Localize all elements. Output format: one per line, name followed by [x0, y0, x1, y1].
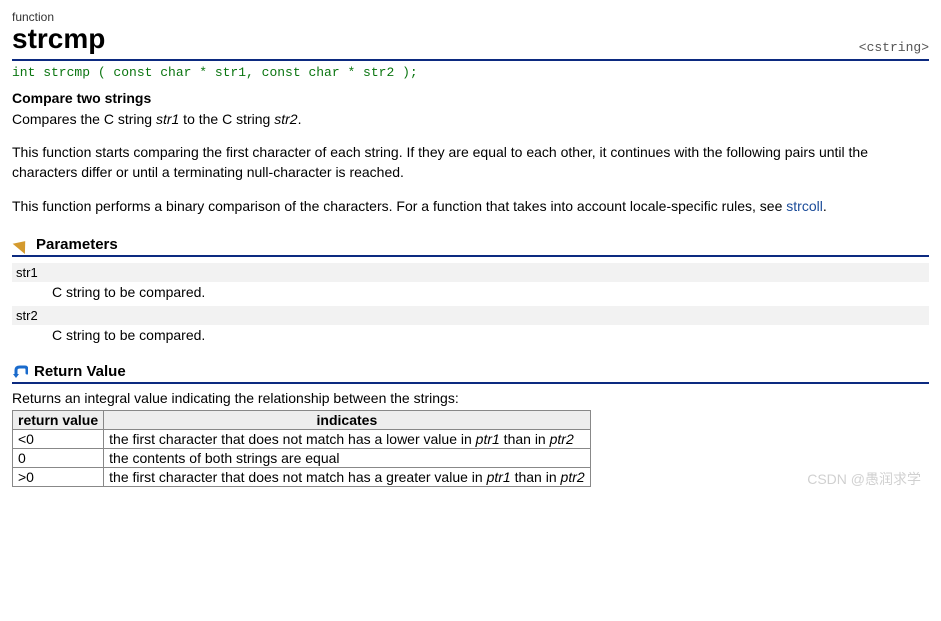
- param-desc: C string to be compared.: [52, 327, 929, 343]
- section-parameters-title: Parameters: [36, 236, 118, 253]
- param-ref-str1: str1: [156, 111, 179, 127]
- table-row: <0 the first character that does not mat…: [13, 430, 591, 449]
- section-return-title: Return Value: [34, 363, 126, 380]
- section-parameters-heading: Parameters: [12, 236, 929, 257]
- watermark: CSDN @愚润求学: [807, 469, 921, 489]
- function-signature: int strcmp ( const char * str1, const ch…: [12, 63, 929, 86]
- subtitle: Compare two strings: [12, 90, 929, 106]
- table-header-row: return value indicates: [13, 411, 591, 430]
- return-indicates-cell: the first character that does not match …: [104, 430, 591, 449]
- params-list: str1 C string to be compared. str2 C str…: [12, 263, 929, 343]
- desc-paragraph-3: This function performs a binary comparis…: [12, 197, 929, 217]
- return-table: return value indicates <0 the first char…: [12, 410, 591, 487]
- header-divider: [12, 59, 929, 61]
- return-intro: Returns an integral value indicating the…: [12, 390, 929, 406]
- table-header-col1: return value: [13, 411, 104, 430]
- table-header-col2: indicates: [104, 411, 591, 430]
- return-indicates-cell: the contents of both strings are equal: [104, 449, 591, 468]
- description: Compares the C string str1 to the C stri…: [12, 110, 929, 216]
- param-ref-str2: str2: [274, 111, 297, 127]
- return-indicates-cell: the first character that does not match …: [104, 468, 591, 487]
- function-name: strcmp: [12, 24, 105, 55]
- ruler-triangle-icon: [13, 236, 32, 254]
- desc-paragraph-2: This function starts comparing the first…: [12, 143, 929, 182]
- return-value-cell: <0: [13, 430, 104, 449]
- return-value-cell: >0: [13, 468, 104, 487]
- return-arrow-icon: [12, 365, 28, 379]
- return-value-cell: 0: [13, 449, 104, 468]
- param-desc: C string to be compared.: [52, 284, 929, 300]
- header-row: function strcmp <cstring>: [12, 10, 929, 55]
- param-name: str1: [12, 263, 929, 282]
- header-include-tag: <cstring>: [859, 40, 929, 55]
- header-left: function strcmp: [12, 10, 105, 55]
- table-row: 0 the contents of both strings are equal: [13, 449, 591, 468]
- section-return-heading: Return Value: [12, 363, 929, 384]
- table-row: >0 the first character that does not mat…: [13, 468, 591, 487]
- strcoll-link[interactable]: strcoll: [786, 198, 823, 214]
- category-label: function: [12, 10, 105, 24]
- desc-paragraph-1: Compares the C string str1 to the C stri…: [12, 110, 929, 130]
- param-name: str2: [12, 306, 929, 325]
